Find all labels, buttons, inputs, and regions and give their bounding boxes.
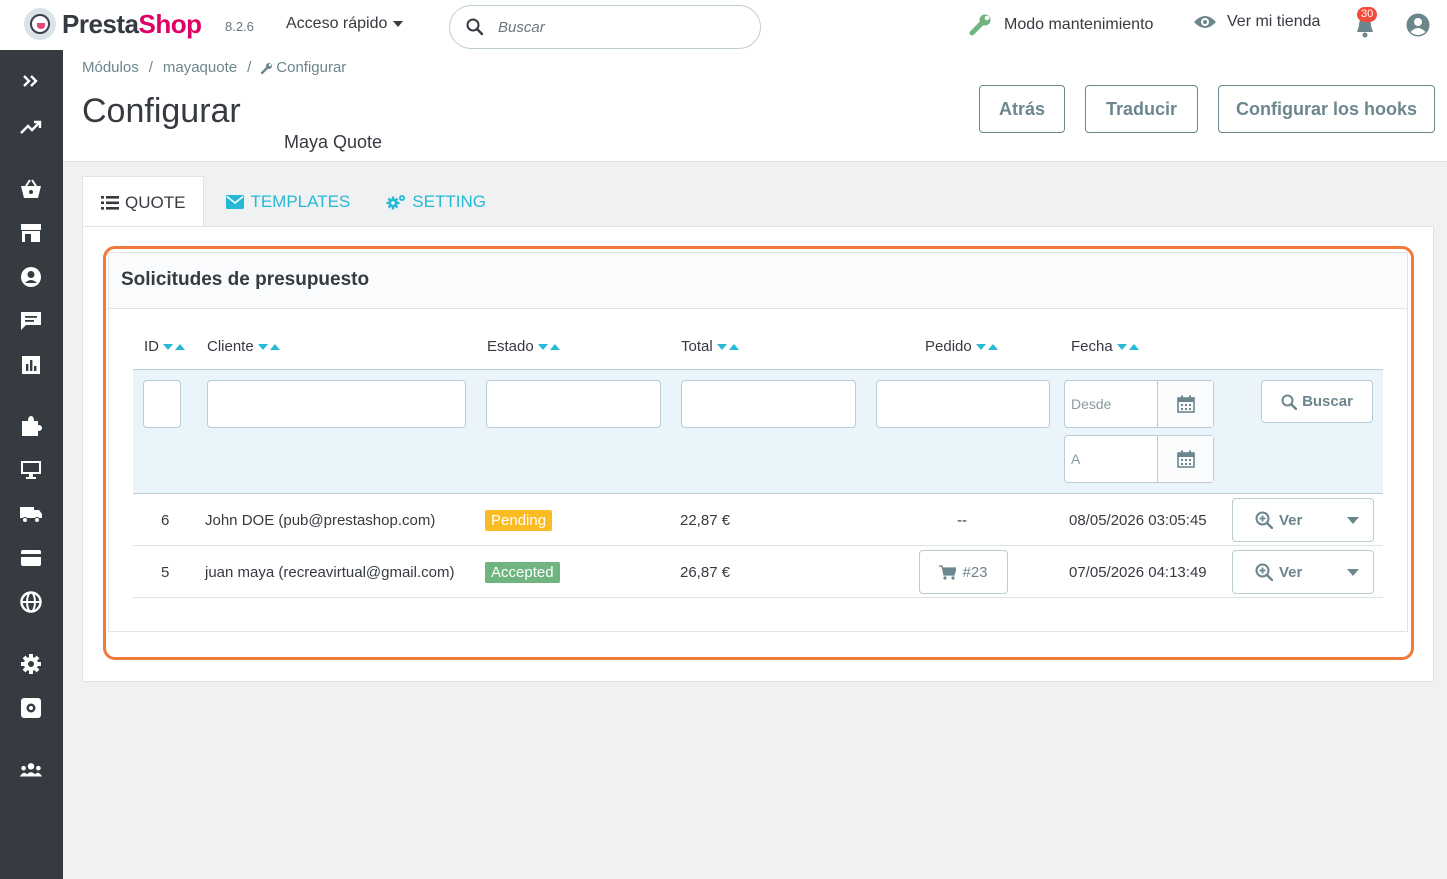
back-button[interactable]: Atrás — [979, 85, 1065, 133]
search-input[interactable] — [498, 18, 748, 36]
view-store-label: Ver mi tienda — [1227, 13, 1321, 30]
highlight-outline — [103, 246, 1414, 660]
catalog-store-icon[interactable] — [19, 221, 43, 245]
top-header: PrestaShop 8.2.6 Acceso rápido Modo mant… — [0, 0, 1447, 50]
envelope-icon — [226, 194, 245, 209]
puffin-logo-icon — [24, 8, 56, 40]
breadcrumb-modules[interactable]: Módulos — [82, 59, 139, 76]
design-monitor-icon[interactable] — [19, 458, 43, 482]
breadcrumb: Módulos / mayaquote / Configurar — [82, 59, 347, 76]
tab-quote-label: QUOTE — [125, 192, 186, 212]
messages-icon[interactable] — [19, 309, 43, 333]
quick-access-label: Acceso rápido — [286, 15, 388, 32]
employee-avatar[interactable] — [1406, 13, 1430, 42]
version-label: 8.2.6 — [225, 19, 254, 34]
maintenance-mode-link[interactable]: Modo mantenimiento — [968, 13, 1153, 37]
shipping-truck-icon[interactable] — [19, 502, 43, 526]
wrench-icon — [969, 14, 991, 36]
expand-icon[interactable] — [19, 69, 43, 93]
tab-setting[interactable]: SETTING — [368, 176, 504, 227]
cogs-icon — [386, 194, 406, 209]
user-circle-icon — [1406, 13, 1430, 37]
caret-down-icon — [393, 21, 404, 27]
team-icon[interactable] — [19, 758, 43, 782]
breadcrumb-current: Configurar — [261, 59, 346, 76]
sidebar — [0, 50, 63, 879]
header-search — [449, 5, 761, 49]
tab-quote[interactable]: QUOTE — [82, 176, 205, 228]
brand-name-part2: Shop — [138, 8, 203, 39]
payment-card-icon[interactable] — [19, 546, 43, 570]
stats-icon[interactable] — [19, 353, 43, 377]
module-name: Maya Quote — [284, 132, 383, 152]
list-icon — [101, 195, 119, 210]
config-tabs: QUOTE TEMPLATES SETTING — [82, 176, 504, 228]
customers-icon[interactable] — [19, 265, 43, 289]
view-store-link[interactable]: Ver mi tienda — [1193, 13, 1320, 31]
configure-hooks-button[interactable]: Configurar los hooks — [1218, 85, 1435, 133]
stats-trend-icon[interactable] — [19, 115, 43, 139]
breadcrumb-mayaquote[interactable]: mayaquote — [163, 59, 237, 76]
prestashop-logo[interactable]: PrestaShop — [24, 8, 202, 40]
advanced-settings-icon[interactable] — [19, 696, 43, 720]
page-header: Módulos / mayaquote / Configurar Configu… — [63, 50, 1447, 162]
modules-puzzle-icon[interactable] — [19, 414, 43, 438]
translate-button[interactable]: Traducir — [1085, 85, 1198, 133]
notifications-count-badge: 30 — [1357, 7, 1378, 22]
quick-access-dropdown[interactable]: Acceso rápido — [286, 15, 404, 33]
search-icon[interactable] — [466, 18, 484, 36]
international-globe-icon[interactable] — [19, 590, 43, 614]
maintenance-label: Modo mantenimiento — [1004, 16, 1154, 33]
tab-templates-label: TEMPLATES — [250, 191, 351, 211]
settings-gear-icon[interactable] — [19, 652, 43, 676]
tab-setting-label: SETTING — [412, 191, 486, 211]
brand-name-part1: Presta — [62, 8, 139, 39]
eye-icon — [1194, 16, 1216, 28]
orders-basket-icon[interactable] — [19, 177, 43, 201]
tab-templates[interactable]: TEMPLATES — [208, 176, 368, 227]
page-title: Configurar — [82, 92, 241, 130]
wrench-icon — [261, 62, 273, 74]
breadcrumb-configure: Configurar — [276, 59, 347, 76]
